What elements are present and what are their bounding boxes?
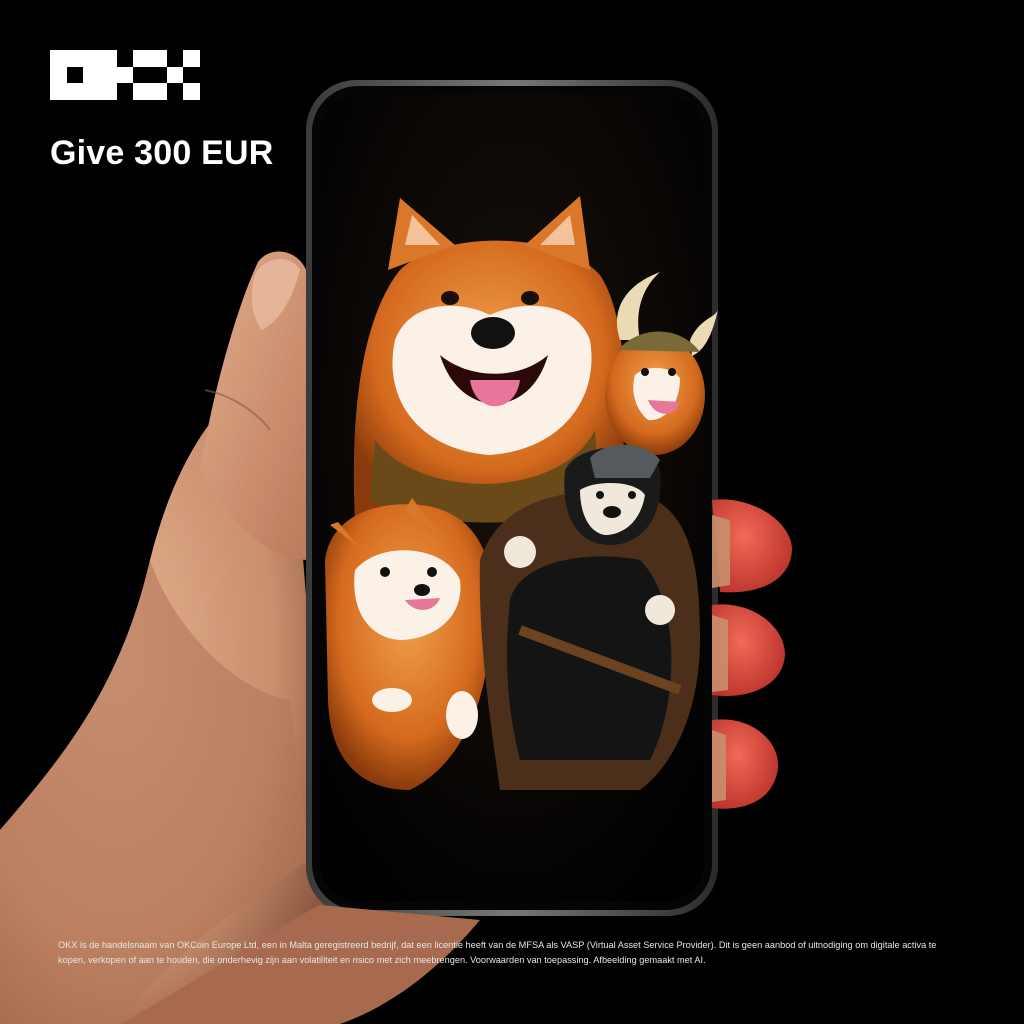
ad-canvas: Give 300 EUR OKX is de handelsnaam van O… (0, 0, 1024, 1024)
legal-disclaimer: OKX is de handelsnaam van OKCoin Europe … (58, 940, 937, 965)
headline: Give 300 EUR (50, 134, 274, 172)
fingers-right (712, 499, 792, 809)
okx-logo (50, 50, 200, 100)
